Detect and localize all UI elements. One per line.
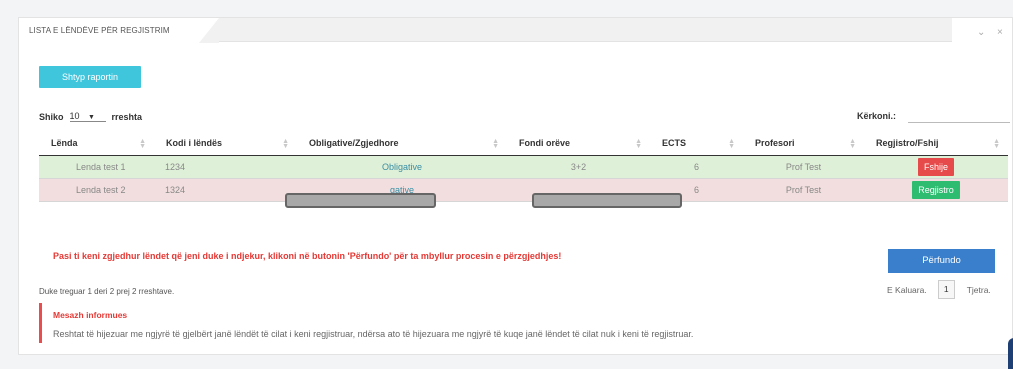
cell-ects: 6 xyxy=(650,155,743,179)
cell-action: Fshije xyxy=(864,155,1008,179)
sort-icon: ▲ ▼ xyxy=(139,138,146,150)
sort-icon: ▲ ▼ xyxy=(492,138,499,150)
sort-icon: ▲ ▼ xyxy=(849,138,856,150)
page-length-value: 10 xyxy=(69,111,80,121)
finish-button[interactable]: Përfundo xyxy=(888,249,995,273)
cell-professor: Prof Test xyxy=(743,178,864,202)
sort-icon: ▲ ▼ xyxy=(728,138,735,150)
search-input[interactable] xyxy=(908,108,1010,123)
info-message-title: Mesazh informues xyxy=(53,310,128,320)
print-report-button[interactable]: Shtyp raportin xyxy=(39,66,141,88)
header-type[interactable]: Obligative/Zgjedhore ▲ ▼ xyxy=(297,132,507,156)
floating-widget-edge[interactable] xyxy=(1008,338,1013,369)
redaction-block xyxy=(532,193,682,208)
finish-warning-text: Pasi ti keni zgjedhur lëndet që jeni duk… xyxy=(53,251,562,261)
pagination-previous[interactable]: E Kaluara. xyxy=(887,285,927,295)
search-label: Kërkoni.: xyxy=(857,111,897,121)
collapse-icon[interactable]: ⌄ xyxy=(977,27,985,38)
tab-corner xyxy=(199,18,219,43)
sort-icon: ▲ ▼ xyxy=(635,138,642,150)
table-row: Lenda test 2 1324 gative 6 Prof Test Reg… xyxy=(39,178,1008,202)
page-length-control: Shiko 10 ▼ rreshta xyxy=(39,111,142,122)
cell-type: Obligative xyxy=(297,155,507,179)
cell-hours: 3+2 xyxy=(507,155,650,179)
pagination: E Kaluara. 1 Tjetra. xyxy=(887,280,991,299)
cell-professor: Prof Test xyxy=(743,155,864,179)
table-header-row: Lënda ▲ ▼ Kodi i lëndës ▲ ▼ Obligative/Zgjed… xyxy=(39,132,1008,156)
chevron-down-icon: ▼ xyxy=(88,114,95,121)
info-message-body: Reshtat të hijezuar me ngjyrë të gjelbër… xyxy=(53,329,694,339)
close-icon[interactable]: × xyxy=(997,27,1003,38)
delete-button[interactable]: Fshije xyxy=(917,157,954,176)
header-professor[interactable]: Profesori ▲ ▼ xyxy=(743,132,864,156)
page-length-select[interactable]: 10 ▼ xyxy=(69,111,106,122)
header-code[interactable]: Kodi i lëndës ▲ ▼ xyxy=(154,132,297,156)
redaction-block xyxy=(285,193,436,208)
table-info-summary: Duke treguar 1 deri 2 prej 2 rreshtave. xyxy=(39,287,175,296)
header-course[interactable]: Lënda ▲ ▼ xyxy=(39,132,154,156)
courses-table: Lënda ▲ ▼ Kodi i lëndës ▲ ▼ Obligative/Zgjed… xyxy=(39,132,1008,202)
page-length-prefix: Shiko xyxy=(39,111,64,122)
pagination-page-1[interactable]: 1 xyxy=(937,280,955,299)
cell-course: Lenda test 2 xyxy=(39,178,154,202)
header-ects[interactable]: ECTS ▲ ▼ xyxy=(650,132,743,156)
table-row: Lenda test 1 1234 Obligative 3+2 6 Prof … xyxy=(39,155,1008,179)
header-hours[interactable]: Fondi orëve ▲ ▼ xyxy=(507,132,650,156)
cell-code: 1324 xyxy=(154,178,297,202)
window-controls: ⌄ × xyxy=(952,18,1012,42)
cell-code: 1234 xyxy=(154,155,297,179)
page-length-suffix: rreshta xyxy=(111,111,143,122)
course-registration-panel: LISTA E LËNDËVE PËR REGJISTRIM ⌄ × Shtyp… xyxy=(18,17,1013,355)
pagination-next[interactable]: Tjetra. xyxy=(967,285,991,295)
cell-course: Lenda test 1 xyxy=(39,155,154,179)
cell-action: Regjistro xyxy=(864,178,1008,202)
tab-course-list[interactable]: LISTA E LËNDËVE PËR REGJISTRIM xyxy=(19,18,209,43)
info-message: Mesazh informues Reshtat të hijezuar me … xyxy=(39,303,1008,343)
sort-icon: ▲ ▼ xyxy=(282,138,289,150)
tab-strip: LISTA E LËNDËVE PËR REGJISTRIM ⌄ × xyxy=(19,18,1012,43)
register-button[interactable]: Regjistro xyxy=(912,180,960,199)
header-action[interactable]: Regjistro/Fshij ▲ ▼ xyxy=(864,132,1008,156)
sort-icon: ▲ ▼ xyxy=(993,138,1000,150)
